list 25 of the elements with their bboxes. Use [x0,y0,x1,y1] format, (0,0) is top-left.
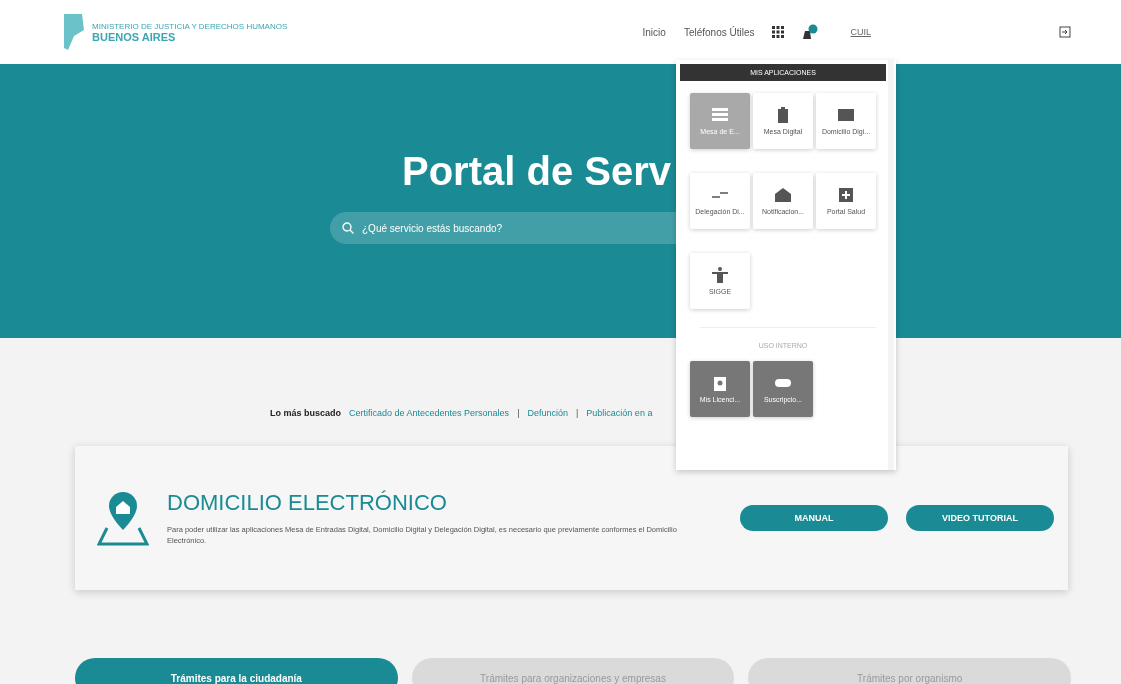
person-icon [711,267,729,283]
search-link[interactable]: Publicación en a [586,408,653,418]
logo-subtitle: MINISTERIO DE JUSTICIA Y DERECHOS HUMANOS [92,21,288,31]
notice-title: DOMICILIO ELECTRÓNICO [167,489,448,516]
location-home-icon [97,490,149,546]
link-separator: | [517,408,520,418]
most-searched-label: Lo más buscado [270,408,341,418]
search-link[interactable]: Defunción [527,408,568,418]
hero-title: Portal de Serv [402,149,672,194]
user-label: CUIL [850,27,871,37]
logout-icon[interactable] [1059,26,1071,38]
apps-grid-icon[interactable] [772,26,785,38]
nav-link[interactable]: Teléfonos Útiles [683,26,755,38]
notification-icon[interactable] [802,24,819,40]
notice-button[interactable]: VIDEO TUTORIAL [906,505,1054,531]
category-tab[interactable]: Trámites para la ciudadanía [75,658,398,684]
search-icon [342,222,354,234]
logo-text: BUENOS AIRES [92,30,177,43]
link-separator: | [576,408,579,418]
search-link[interactable]: Certificado de Antecedentes Personales [349,408,510,418]
list-icon [711,107,729,123]
id-badge-icon [711,375,729,391]
nav-link[interactable]: Inicio [642,26,666,38]
notice-button[interactable]: MANUAL [740,505,888,531]
medical-cross-icon [837,187,855,203]
